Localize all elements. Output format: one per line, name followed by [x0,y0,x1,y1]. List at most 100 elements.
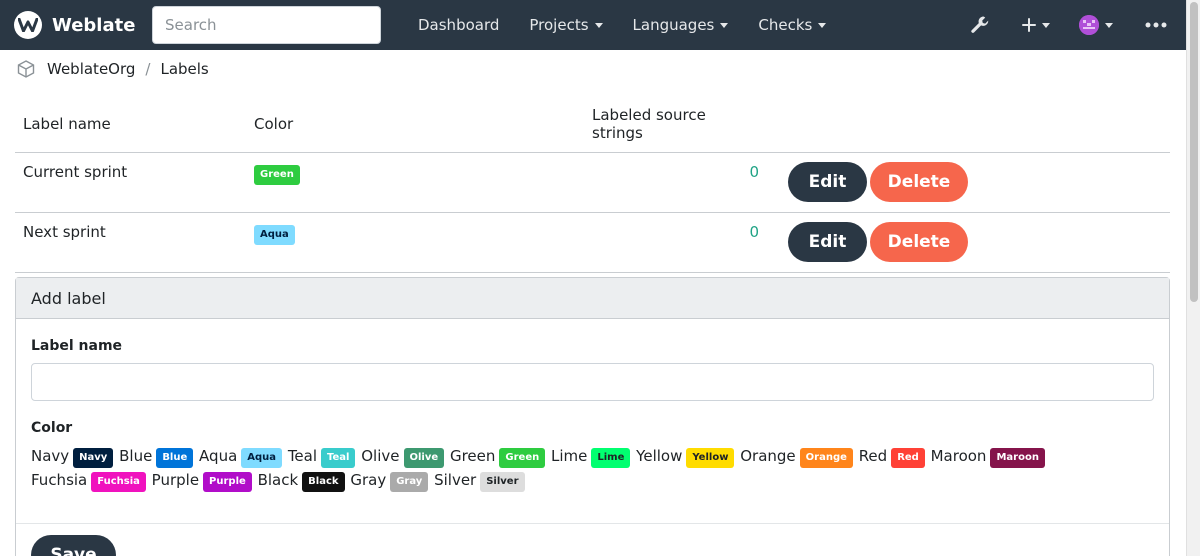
color-option-orange[interactable]: Orange Orange [740,447,854,468]
color-option-label: Navy [31,447,70,465]
nav-checks-label: Checks [758,16,813,34]
label-name-field-label: Label name [31,338,123,354]
edit-button[interactable]: Edit [788,162,867,202]
color-badge-red: Red [891,448,925,468]
color-option-black[interactable]: Black Black [258,471,346,492]
color-option-green[interactable]: Green Green [449,447,546,468]
user-menu-button[interactable] [1064,0,1128,50]
color-badge-lime: Lime [591,448,631,468]
column-header-label-name: Label name [15,99,246,153]
color-badge-silver: Silver [480,472,525,492]
caret-down-icon [594,22,603,28]
nav-checks[interactable]: Checks [743,16,841,34]
save-button[interactable]: Save [31,535,116,556]
color-badge-navy: Navy [73,448,114,468]
color-option-red[interactable]: Red Red [858,447,926,468]
color-option-label: Teal [287,447,318,465]
brand-name: Weblate [52,14,136,36]
card-divider [16,523,1169,524]
color-option-label: Red [858,447,888,465]
color-option-label: Green [449,447,496,465]
color-badge-aqua: Aqua [254,225,295,245]
label-name-input[interactable] [31,363,1154,401]
nav-projects[interactable]: Projects [514,16,617,34]
search-input[interactable] [152,6,381,44]
color-option-lime[interactable]: Lime Lime [551,447,631,468]
column-header-actions [767,99,1170,153]
avatar [1079,15,1099,35]
table-row: Current sprint Green 0 Edit Delete [15,152,1170,213]
actions-cell: Edit Delete [767,212,1170,273]
nav-dashboard[interactable]: Dashboard [403,16,514,34]
labels-table: Label name Color Labeled source strings … [15,99,1170,273]
color-badge-blue: Blue [156,448,194,468]
color-option-label: Yellow [636,447,683,465]
add-menu-button[interactable] [1008,0,1064,50]
color-option-label: Purple [151,471,200,489]
wrench-icon [971,16,989,33]
more-menu-button[interactable] [1128,0,1184,50]
breadcrumb: WeblateOrg / Labels [16,57,209,81]
color-option-teal[interactable]: Teal Teal [287,447,357,468]
color-badge-green: Green [499,448,546,468]
breadcrumb-project-link[interactable]: WeblateOrg [47,60,135,78]
manage-button[interactable] [952,0,1008,50]
color-badge-black: Black [302,472,345,492]
breadcrumb-current-page[interactable]: Labels [160,60,208,78]
color-option-fuchsia[interactable]: Fuchsia Fuchsia [31,471,147,492]
color-badge-yellow: Yellow [686,448,735,468]
color-option-silver[interactable]: Silver Silver [434,471,525,492]
page-scrollbar[interactable] [1186,0,1200,556]
color-option-label: Blue [119,447,153,465]
label-name-cell: Current sprint [15,152,246,213]
color-badge-aqua: Aqua [241,448,283,468]
color-option-purple[interactable]: Purple Purple [151,471,253,492]
color-option-maroon[interactable]: Maroon Maroon [931,447,1046,468]
plus-icon [1022,18,1036,32]
nav-languages[interactable]: Languages [618,16,744,34]
color-option-navy[interactable]: Navy Navy [31,447,114,468]
brand-link[interactable]: Weblate [14,11,140,39]
color-option-label: Lime [551,447,588,465]
labeled-count-link[interactable]: 0 [749,223,759,241]
color-option-aqua[interactable]: Aqua Aqua [199,447,283,468]
color-option-gray[interactable]: Gray Gray [350,471,429,492]
color-option-olive[interactable]: Olive Olive [361,447,445,468]
color-field-label: Color [31,420,73,436]
color-badge-fuchsia: Fuchsia [91,472,146,492]
breadcrumb-separator: / [145,60,151,78]
top-navbar: Weblate Dashboard Projects Languages Che… [0,0,1186,50]
column-header-color: Color [246,99,584,153]
labeled-count-link[interactable]: 0 [749,163,759,181]
color-badge-orange: Orange [799,448,853,468]
delete-button[interactable]: Delete [870,222,968,262]
color-badge-green: Green [254,165,300,185]
caret-down-icon [818,22,827,28]
color-option-blue[interactable]: Blue Blue [119,447,194,468]
label-name-cell: Next sprint [15,212,246,273]
actions-cell: Edit Delete [767,152,1170,213]
caret-down-icon [1042,22,1050,28]
main-nav: Dashboard Projects Languages Checks [403,16,841,34]
color-option-yellow[interactable]: Yellow Yellow [636,447,735,468]
edit-button[interactable]: Edit [788,222,867,262]
weblate-logo-icon [14,11,42,39]
more-dots-icon [1145,22,1167,28]
project-box-icon [17,60,35,78]
color-badge-purple: Purple [203,472,252,492]
color-badge-gray: Gray [390,472,429,492]
scrollbar-thumb[interactable] [1190,2,1198,302]
delete-button[interactable]: Delete [870,162,968,202]
color-option-label: Aqua [199,447,238,465]
column-header-labeled-strings: Labeled source strings [584,99,767,153]
color-badge-teal: Teal [321,448,356,468]
table-row: Next sprint Aqua 0 Edit Delete [15,212,1170,273]
table-header-row: Label name Color Labeled source strings [15,99,1170,153]
navbar-actions [952,0,1186,50]
nav-dashboard-label: Dashboard [418,16,500,34]
labeled-count-cell: 0 [584,152,767,213]
card-title: Add label [16,278,1169,319]
nav-projects-label: Projects [529,16,589,34]
color-badge-olive: Olive [403,448,445,468]
labeled-count-cell: 0 [584,212,767,273]
